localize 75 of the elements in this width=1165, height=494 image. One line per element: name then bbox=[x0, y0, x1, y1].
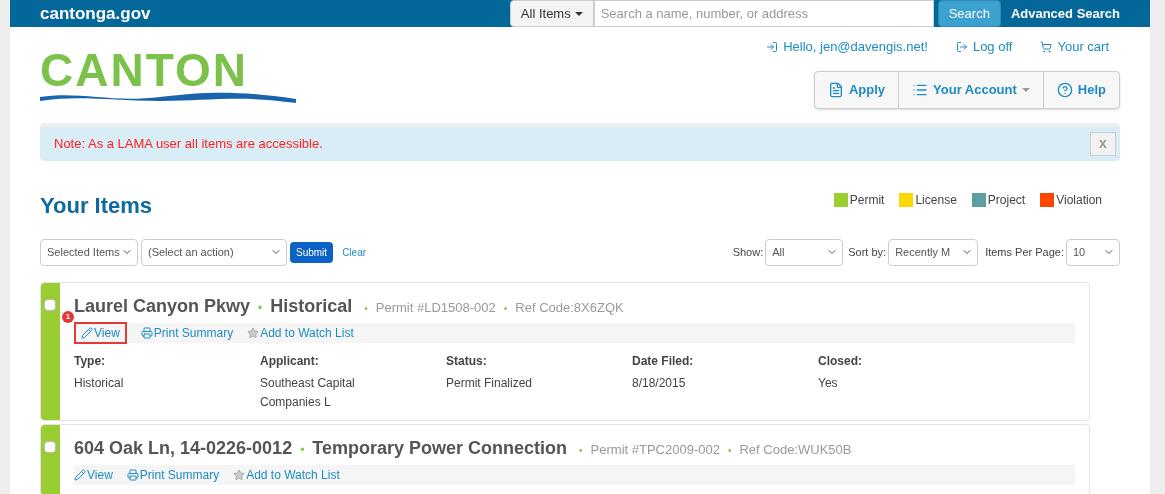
checkbox[interactable] bbox=[44, 440, 56, 453]
per-page-label: Items Per Page: bbox=[985, 244, 1064, 260]
search-field[interactable]: Search a name, number, or address bbox=[593, 0, 934, 27]
logo-text[interactable]: CANTON bbox=[40, 47, 248, 93]
selection-dropdown[interactable]: Selected Items bbox=[40, 238, 138, 266]
action-link[interactable]: Print Summary bbox=[126, 465, 220, 484]
action-link[interactable]: Print Summary bbox=[140, 323, 234, 342]
wave-icon bbox=[40, 91, 296, 103]
legend-label: Project bbox=[987, 191, 1026, 209]
separator-dot: • bbox=[727, 443, 732, 458]
field-value: Yes bbox=[818, 374, 839, 392]
search-button[interactable]: Search bbox=[937, 0, 1001, 27]
scope-dropdown[interactable]: All Items bbox=[509, 0, 594, 27]
separator-dot: • bbox=[300, 441, 305, 459]
header-link[interactable]: Your cart bbox=[1040, 37, 1109, 57]
sign-in-icon bbox=[766, 40, 779, 53]
action-link[interactable]: View bbox=[74, 465, 113, 484]
nav-button[interactable]: Your Account bbox=[898, 71, 1043, 108]
item-address[interactable]: Laurel Canyon Pkwy bbox=[74, 292, 251, 320]
cart-icon bbox=[1040, 40, 1053, 53]
advanced-search-link[interactable]: Advanced Search bbox=[1010, 3, 1120, 24]
legend-label: License bbox=[915, 191, 957, 209]
clear-link[interactable]: Clear bbox=[342, 244, 367, 260]
action-dropdown[interactable]: (Select an action) bbox=[141, 238, 287, 266]
field-label: Status: bbox=[446, 352, 488, 370]
document-icon bbox=[827, 81, 844, 98]
field-label: Applicant: bbox=[260, 352, 320, 370]
pencil-icon bbox=[74, 468, 86, 481]
action-link[interactable]: View bbox=[74, 321, 127, 344]
action-link[interactable]: Add to Watch List bbox=[233, 465, 340, 484]
star-icon bbox=[247, 326, 260, 339]
field-value: Southeast Capital Companies L bbox=[260, 374, 356, 411]
caret-icon bbox=[574, 11, 583, 16]
separator-dot: • bbox=[364, 301, 368, 316]
printer-icon bbox=[126, 468, 139, 481]
site-name[interactable]: cantonga.gov bbox=[40, 0, 151, 27]
show-label: Show: bbox=[732, 244, 764, 260]
separator-dot: • bbox=[579, 443, 583, 458]
field-label: Type: bbox=[74, 352, 107, 370]
field-label: Closed: bbox=[818, 352, 863, 370]
printer-icon bbox=[140, 326, 153, 339]
ref-code: Ref Code:8X6ZQK bbox=[515, 298, 624, 317]
ref-code: Ref Code:WUK50B bbox=[739, 440, 852, 459]
nav-button[interactable]: Apply bbox=[814, 71, 899, 108]
action-link[interactable]: Add to Watch List bbox=[247, 323, 354, 342]
permit-number: Permit #LD1508-002 bbox=[375, 298, 496, 317]
legend-label: Permit bbox=[849, 191, 885, 209]
help-icon bbox=[1056, 81, 1073, 98]
field-value: Permit Finalized bbox=[446, 374, 534, 392]
sign-out-icon bbox=[955, 40, 968, 53]
close-button[interactable]: x bbox=[1090, 131, 1116, 156]
per-page-dropdown[interactable]: 10 bbox=[1066, 238, 1120, 266]
star-icon bbox=[233, 468, 246, 481]
separator-dot: • bbox=[503, 301, 508, 316]
annotation-badge: 1 bbox=[62, 310, 74, 323]
header-link[interactable]: Hello, jen@davengis.net! bbox=[766, 37, 928, 57]
item-address[interactable]: 604 Oak Ln, 14-0226-0012 bbox=[74, 434, 293, 462]
show-dropdown[interactable]: All bbox=[765, 238, 844, 266]
separator-dot: • bbox=[258, 299, 263, 317]
alert-text: Note: As a LAMA user all items are accessible. bbox=[54, 134, 323, 153]
field-value: 8/18/2015 bbox=[632, 374, 687, 392]
item-type: Temporary Power Connection bbox=[312, 436, 568, 460]
item-type: Historical bbox=[270, 294, 353, 318]
field-label: Date Filed: bbox=[632, 352, 695, 370]
legend-label: Violation bbox=[1056, 191, 1102, 209]
pencil-icon bbox=[81, 326, 93, 339]
field-value: Historical bbox=[74, 374, 125, 392]
submit-button[interactable]: Submit bbox=[290, 241, 334, 263]
nav-button[interactable]: Help bbox=[1042, 71, 1119, 108]
checkbox[interactable] bbox=[44, 298, 56, 311]
sort-dropdown[interactable]: Recently M bbox=[888, 238, 979, 266]
page-heading: Your Items bbox=[40, 194, 153, 217]
permit-number: Permit #TPC2009-002 bbox=[590, 440, 720, 459]
sort-label: Sort by: bbox=[848, 244, 887, 260]
header-link[interactable]: Log off bbox=[955, 37, 1013, 57]
